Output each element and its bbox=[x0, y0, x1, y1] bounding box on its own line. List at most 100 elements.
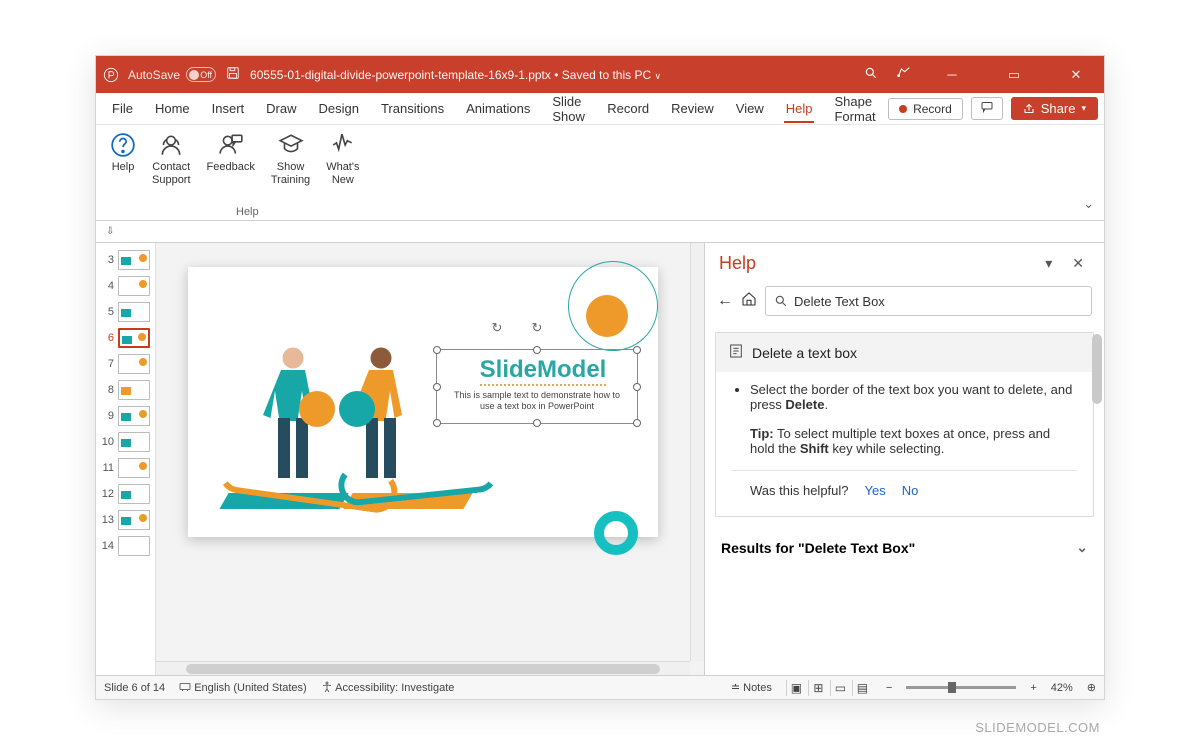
help-results-heading[interactable]: Results for "Delete Text Box" ⌄ bbox=[715, 527, 1094, 562]
feedback-yes-link[interactable]: Yes bbox=[865, 483, 886, 498]
help-back-button[interactable]: ← bbox=[717, 292, 733, 310]
tab-animations[interactable]: Animations bbox=[456, 95, 540, 122]
rotate-handle-icon[interactable]: ↻ bbox=[492, 320, 503, 336]
tab-insert[interactable]: Insert bbox=[202, 95, 255, 122]
textbox-title[interactable]: SlideModel bbox=[480, 350, 607, 386]
slideshow-view-button[interactable]: ▤ bbox=[852, 680, 872, 696]
horizontal-scrollbar[interactable] bbox=[156, 661, 690, 675]
chevron-down-icon: ⌄ bbox=[1076, 539, 1088, 556]
language-status[interactable]: English (United States) bbox=[179, 681, 307, 694]
ribbon-group-label: Help bbox=[236, 206, 259, 218]
help-pane: Help ▾ ✕ ← Delete Text Box Delete a text… bbox=[704, 243, 1104, 675]
ribbon: Help Contact Support Feedback Show Train… bbox=[96, 125, 1104, 221]
ribbon-contact-support-button[interactable]: Contact Support bbox=[144, 129, 199, 218]
resize-handle[interactable] bbox=[533, 346, 541, 354]
resize-handle[interactable] bbox=[633, 346, 641, 354]
slide-thumb-11[interactable]: 11 bbox=[96, 455, 155, 481]
vertical-scrollbar[interactable] bbox=[690, 243, 704, 661]
slide[interactable]: ↻ ↻ SlideModel This is sample te bbox=[188, 267, 658, 537]
sorter-view-button[interactable]: ⊞ bbox=[808, 680, 828, 696]
rotate-handle-icon[interactable]: ↻ bbox=[532, 320, 543, 336]
slide-thumb-4[interactable]: 4 bbox=[96, 273, 155, 299]
tab-record[interactable]: Record bbox=[597, 95, 659, 122]
app-window: AutoSave Off 60555-01-digital-divide-pow… bbox=[95, 55, 1105, 700]
slide-thumb-6[interactable]: 6 bbox=[96, 325, 155, 351]
help-pane-title: Help bbox=[719, 253, 1031, 274]
close-button[interactable]: ✕ bbox=[1054, 56, 1098, 93]
resize-handle[interactable] bbox=[633, 419, 641, 427]
help-article-step: Select the border of the text box you wa… bbox=[750, 382, 1077, 412]
autosave-toggle[interactable]: AutoSave Off bbox=[128, 67, 216, 82]
tab-home[interactable]: Home bbox=[145, 95, 200, 122]
help-pane-close-button[interactable]: ✕ bbox=[1066, 253, 1090, 274]
zoom-slider[interactable] bbox=[906, 686, 1016, 689]
illustration-person-left bbox=[248, 343, 338, 493]
normal-view-button[interactable]: ▣ bbox=[786, 680, 806, 696]
powerpoint-icon bbox=[102, 66, 120, 84]
statusbar: Slide 6 of 14 English (United States) Ac… bbox=[96, 675, 1104, 699]
slide-thumb-7[interactable]: 7 bbox=[96, 351, 155, 377]
tab-draw[interactable]: Draw bbox=[256, 95, 306, 122]
document-title[interactable]: 60555-01-digital-divide-powerpoint-templ… bbox=[250, 68, 661, 82]
help-pane-scrollbar[interactable] bbox=[1092, 334, 1102, 404]
maximize-button[interactable]: ▭ bbox=[992, 56, 1036, 93]
help-pane-options-button[interactable]: ▾ bbox=[1039, 253, 1058, 274]
slide-thumb-10[interactable]: 10 bbox=[96, 429, 155, 455]
ribbon-help-button[interactable]: Help bbox=[102, 129, 144, 218]
slide-thumb-13[interactable]: 13 bbox=[96, 507, 155, 533]
zoom-value[interactable]: 42% bbox=[1051, 682, 1073, 694]
titlebar: AutoSave Off 60555-01-digital-divide-pow… bbox=[96, 56, 1104, 93]
record-button[interactable]: Record bbox=[888, 98, 963, 120]
slide-thumb-5[interactable]: 5 bbox=[96, 299, 155, 325]
resize-handle[interactable] bbox=[633, 383, 641, 391]
illustration-person-right bbox=[336, 343, 426, 493]
zoom-out-button[interactable]: − bbox=[886, 682, 892, 694]
resize-handle[interactable] bbox=[433, 346, 441, 354]
comments-button[interactable] bbox=[971, 97, 1003, 120]
zoom-in-button[interactable]: + bbox=[1030, 682, 1036, 694]
slide-thumb-8[interactable]: 8 bbox=[96, 377, 155, 403]
qat-strip: ⇩ bbox=[96, 221, 1104, 243]
slide-canvas-area[interactable]: ↻ ↻ SlideModel This is sample te bbox=[156, 243, 704, 675]
resize-handle[interactable] bbox=[533, 419, 541, 427]
feedback-no-link[interactable]: No bbox=[902, 483, 919, 498]
slide-thumb-3[interactable]: 3 bbox=[96, 247, 155, 273]
article-icon bbox=[728, 343, 744, 362]
tab-design[interactable]: Design bbox=[309, 95, 369, 122]
notes-button[interactable]: ≐ Notes bbox=[731, 681, 772, 694]
tab-slideshow[interactable]: Slide Show bbox=[542, 88, 595, 130]
ribbon-collapse-button[interactable]: ⌄ bbox=[1083, 196, 1094, 212]
accessibility-status[interactable]: Accessibility: Investigate bbox=[321, 681, 455, 694]
tab-help[interactable]: Help bbox=[776, 95, 823, 122]
help-home-button[interactable] bbox=[741, 291, 757, 312]
tab-review[interactable]: Review bbox=[661, 95, 724, 122]
search-icon[interactable] bbox=[864, 66, 878, 83]
tab-file[interactable]: File bbox=[102, 95, 143, 122]
save-icon[interactable] bbox=[226, 66, 240, 83]
slide-thumb-12[interactable]: 12 bbox=[96, 481, 155, 507]
ribbon-feedback-button[interactable]: Feedback bbox=[199, 129, 263, 218]
decor-orange-dot bbox=[586, 295, 628, 337]
slide-thumb-9[interactable]: 9 bbox=[96, 403, 155, 429]
tab-transitions[interactable]: Transitions bbox=[371, 95, 454, 122]
resize-handle[interactable] bbox=[433, 383, 441, 391]
watermark: SLIDEMODEL.COM bbox=[975, 720, 1100, 735]
tab-shape-format[interactable]: Shape Format bbox=[824, 88, 886, 130]
help-search-input[interactable]: Delete Text Box bbox=[765, 286, 1092, 316]
selected-text-box[interactable]: ↻ ↻ SlideModel This is sample te bbox=[436, 349, 638, 424]
slide-counter[interactable]: Slide 6 of 14 bbox=[104, 682, 165, 694]
textbox-subtitle[interactable]: This is sample text to demonstrate how t… bbox=[437, 386, 637, 413]
ribbon-show-training-button[interactable]: Show Training bbox=[263, 129, 318, 218]
tab-view[interactable]: View bbox=[726, 95, 774, 122]
resize-handle[interactable] bbox=[433, 419, 441, 427]
minimize-button[interactable]: ─ bbox=[930, 56, 974, 93]
fit-to-window-button[interactable]: ⊕ bbox=[1087, 681, 1096, 694]
share-button[interactable]: Share▾ bbox=[1011, 97, 1098, 120]
qat-customize-icon[interactable]: ⇩ bbox=[106, 226, 114, 237]
help-article-card: Delete a text box Select the border of t… bbox=[715, 332, 1094, 517]
coming-soon-icon[interactable] bbox=[896, 65, 912, 84]
slide-thumbnail-panel[interactable]: 3 4 5 6 7 8 9 10 11 12 13 14 bbox=[96, 243, 156, 675]
slide-thumb-14[interactable]: 14 bbox=[96, 533, 155, 559]
reading-view-button[interactable]: ▭ bbox=[830, 680, 850, 696]
ribbon-whats-new-button[interactable]: What's New bbox=[318, 129, 367, 218]
